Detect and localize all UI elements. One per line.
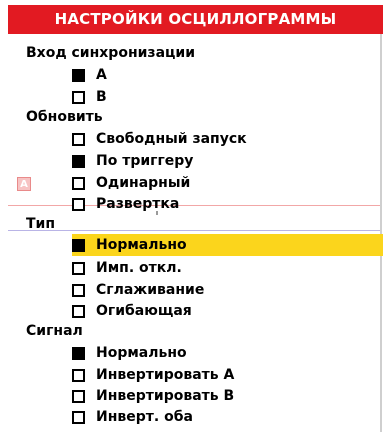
option-label: B [96,89,107,105]
option-type-smooth[interactable]: Сглаживание [72,279,204,301]
radio-checked-icon [72,154,85,168]
option-type-envelope[interactable]: Огибающая [72,300,192,322]
radio-checked-icon [72,238,85,252]
option-update-single[interactable]: Одинарный [72,172,190,194]
option-update-on-trigger[interactable]: По триггеру [72,150,193,172]
option-label: По триггеру [96,153,194,169]
radio-unchecked-icon [72,90,85,104]
radio-unchecked-icon [72,132,85,146]
radio-unchecked-icon [72,283,85,297]
radio-checked-icon [72,346,85,360]
panel-border [380,34,382,432]
option-label: Одинарный [96,175,191,191]
radio-unchecked-icon [72,176,85,190]
radio-unchecked-icon [72,261,85,275]
option-label: Инверт. оба [96,409,193,425]
option-label: Инвертировать B [96,388,235,404]
radio-unchecked-icon [72,368,85,382]
option-update-roll[interactable]: Развертка [72,193,179,215]
channel-b-trace [8,230,380,231]
waveform-settings-panel: НАСТРОЙКИ ОСЦИЛЛОГРАММЫ A Вход синхрониз… [8,0,383,432]
section-sync-input-label: Вход синхронизации [26,45,196,61]
option-label: A [96,67,107,83]
option-type-normal[interactable]: Нормально [72,234,383,256]
option-label: Нормально [96,237,187,253]
radio-unchecked-icon [72,197,85,211]
radio-unchecked-icon [72,304,85,318]
radio-unchecked-icon [72,389,85,403]
channel-a-trace [8,205,380,206]
option-type-glitch[interactable]: Имп. откл. [72,257,182,279]
option-signal-invert-a[interactable]: Инвертировать A [72,364,234,386]
option-signal-invert-b[interactable]: Инвертировать B [72,385,234,407]
section-signal-label: Сигнал [26,323,83,339]
option-sync-b[interactable]: B [72,86,107,108]
option-sync-a[interactable]: A [72,64,107,86]
channel-a-marker-icon: A [17,177,31,191]
option-label: Развертка [96,196,180,212]
option-signal-invert-both[interactable]: Инверт. оба [72,406,193,428]
option-update-free-run[interactable]: Свободный запуск [72,128,247,150]
option-label: Огибающая [96,303,192,319]
radio-unchecked-icon [72,410,85,424]
option-signal-normal[interactable]: Нормально [72,342,187,364]
radio-checked-icon [72,68,85,82]
option-label: Сглаживание [96,282,205,298]
option-label: Инвертировать A [96,367,235,383]
option-label: Свободный запуск [96,131,247,147]
section-type-label: Тип [26,216,56,232]
option-label: Нормально [96,345,187,361]
option-label: Имп. откл. [96,260,182,276]
panel-title: НАСТРОЙКИ ОСЦИЛЛОГРАММЫ [8,5,383,34]
section-update-label: Обновить [26,109,103,125]
